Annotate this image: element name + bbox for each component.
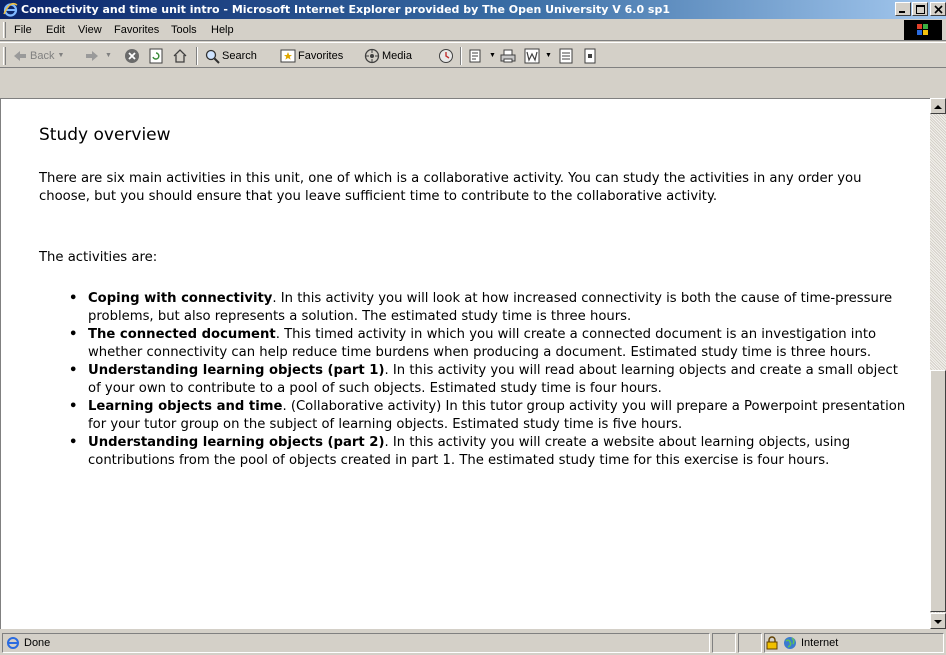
toolbar-separator bbox=[196, 47, 198, 65]
status-main-panel: Done bbox=[2, 633, 710, 653]
maximize-icon bbox=[916, 5, 925, 14]
menu-edit[interactable]: Edit bbox=[42, 22, 69, 38]
favorites-label: Favorites bbox=[298, 50, 344, 62]
document-icon bbox=[559, 48, 573, 64]
maximize-button[interactable] bbox=[912, 2, 928, 16]
close-icon bbox=[934, 5, 943, 14]
menu-help[interactable]: Help bbox=[207, 22, 238, 38]
status-bar: Done Internet bbox=[0, 631, 946, 655]
home-button[interactable] bbox=[172, 47, 190, 65]
print-button[interactable] bbox=[500, 47, 518, 65]
toolbar-separator bbox=[460, 47, 462, 65]
mail-icon bbox=[469, 49, 481, 63]
word-icon bbox=[524, 48, 540, 64]
discuss-button[interactable] bbox=[558, 47, 576, 65]
back-label: Back bbox=[30, 50, 55, 62]
list-item: Understanding learning objects (part 2).… bbox=[69, 434, 914, 470]
menu-bar: File Edit View Favorites Tools Help bbox=[0, 19, 946, 41]
window-title: Connectivity and time unit intro - Micro… bbox=[21, 3, 670, 16]
activity-title: Understanding learning objects (part 1) bbox=[88, 363, 385, 378]
media-label: Media bbox=[382, 50, 412, 62]
stop-button[interactable] bbox=[124, 47, 142, 65]
scroll-thumb[interactable] bbox=[930, 370, 946, 612]
back-button[interactable]: Back ▼ bbox=[12, 47, 64, 65]
ie-page-icon bbox=[7, 637, 19, 649]
list-item: Learning objects and time. (Collaborativ… bbox=[69, 398, 914, 434]
activity-title: Learning objects and time bbox=[88, 399, 283, 414]
menu-view[interactable]: View bbox=[74, 22, 106, 38]
lock-icon bbox=[766, 636, 778, 650]
list-item: The connected document. This timed activ… bbox=[69, 326, 914, 362]
chevron-down-icon[interactable]: ▼ bbox=[489, 47, 496, 65]
menu-file[interactable]: File bbox=[10, 22, 36, 38]
page-content[interactable]: Study overview There are six main activi… bbox=[0, 98, 930, 629]
list-item: Understanding learning objects (part 1).… bbox=[69, 362, 914, 398]
note-icon bbox=[584, 48, 596, 64]
scroll-down-button[interactable] bbox=[930, 613, 946, 629]
close-button[interactable] bbox=[930, 2, 946, 16]
standard-toolbar: Back ▼ ▼ Search Favorites Media ▼ ▼ bbox=[0, 42, 946, 68]
activities-intro: The activities are: bbox=[39, 250, 158, 265]
status-panel bbox=[738, 633, 762, 653]
menu-grip bbox=[3, 22, 6, 38]
list-item: Coping with connectivity. In this activi… bbox=[69, 290, 914, 326]
chevron-down-icon bbox=[934, 620, 942, 624]
media-button[interactable]: Media bbox=[364, 47, 412, 65]
chevron-up-icon bbox=[934, 105, 942, 109]
back-arrow-icon bbox=[14, 51, 26, 61]
activity-title: The connected document bbox=[88, 327, 276, 342]
chevron-down-icon[interactable]: ▼ bbox=[545, 47, 552, 65]
ie-icon bbox=[3, 2, 18, 17]
globe-icon bbox=[784, 637, 796, 649]
refresh-button[interactable] bbox=[148, 47, 166, 65]
history-icon bbox=[439, 49, 453, 63]
menu-favorites[interactable]: Favorites bbox=[110, 22, 163, 38]
scroll-up-button[interactable] bbox=[930, 98, 946, 114]
favorites-icon bbox=[280, 49, 296, 63]
favorites-button[interactable]: Favorites bbox=[280, 47, 343, 65]
title-bar[interactable]: Connectivity and time unit intro - Micro… bbox=[0, 0, 946, 19]
search-icon bbox=[205, 49, 220, 64]
vertical-scrollbar[interactable] bbox=[930, 98, 946, 629]
chevron-down-icon[interactable]: ▼ bbox=[57, 47, 64, 65]
stop-icon bbox=[125, 49, 139, 63]
activity-title: Coping with connectivity bbox=[88, 291, 273, 306]
status-text: Done bbox=[24, 637, 51, 649]
forward-arrow-icon bbox=[86, 51, 98, 61]
search-button[interactable]: Search bbox=[204, 47, 257, 65]
messenger-button[interactable] bbox=[582, 47, 600, 65]
mail-button[interactable]: ▼ bbox=[468, 47, 496, 65]
edit-word-button[interactable]: ▼ bbox=[524, 47, 552, 65]
security-zone-panel[interactable]: Internet bbox=[764, 633, 944, 653]
page-heading: Study overview bbox=[39, 125, 171, 145]
zone-label: Internet bbox=[801, 637, 839, 649]
intro-paragraph: There are six main activities in this un… bbox=[39, 171, 862, 204]
minimize-button[interactable] bbox=[895, 2, 911, 16]
menu-tools[interactable]: Tools bbox=[167, 22, 201, 38]
windows-logo-throbber bbox=[904, 20, 942, 40]
forward-button[interactable]: ▼ bbox=[84, 47, 112, 65]
toolbar-grip bbox=[3, 47, 6, 65]
activities-list: Coping with connectivity. In this activi… bbox=[69, 290, 914, 470]
search-label: Search bbox=[222, 50, 257, 62]
chevron-down-icon[interactable]: ▼ bbox=[105, 47, 112, 65]
print-icon bbox=[500, 49, 516, 63]
refresh-icon bbox=[149, 48, 163, 64]
windows-logo-icon bbox=[917, 24, 928, 35]
status-panel bbox=[712, 633, 736, 653]
toolbar-spacer bbox=[0, 68, 946, 98]
minimize-icon bbox=[899, 11, 905, 13]
media-icon bbox=[364, 48, 380, 64]
activity-title: Understanding learning objects (part 2) bbox=[88, 435, 385, 450]
history-button[interactable] bbox=[438, 47, 456, 65]
home-icon bbox=[173, 49, 187, 63]
